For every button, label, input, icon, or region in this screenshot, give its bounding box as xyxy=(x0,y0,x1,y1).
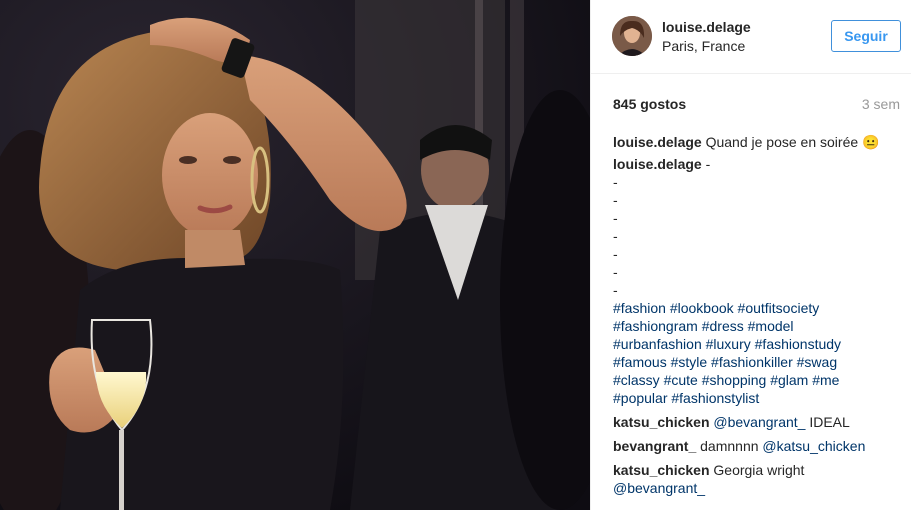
comment-item: bevangrant_ damnnnn @katsu_chicken xyxy=(613,437,903,455)
caption-text: Quand je pose en soirée xyxy=(705,134,859,150)
comment-mention[interactable]: @bevangrant_ xyxy=(613,479,903,497)
hashtags-line[interactable]: #classy #cute #shopping #glam #me xyxy=(613,371,903,389)
caption-comment: louise.delage Quand je pose en soirée 😐 xyxy=(613,133,903,151)
follow-button[interactable]: Seguir xyxy=(831,20,901,52)
comment-username[interactable]: katsu_chicken xyxy=(613,462,710,478)
comment-text: damnnnn xyxy=(700,438,759,454)
caption-username[interactable]: louise.delage xyxy=(613,134,702,150)
post-photo-image xyxy=(0,0,590,510)
post-username[interactable]: louise.delage xyxy=(662,19,751,35)
comment-username[interactable]: katsu_chicken xyxy=(613,414,710,430)
comments-list: louise.delage Quand je pose en soirée 😐 … xyxy=(613,133,903,501)
hashtags-line[interactable]: #popular #fashionstylist xyxy=(613,389,903,407)
post-time[interactable]: 3 sem xyxy=(862,96,900,112)
avatar[interactable] xyxy=(612,16,652,56)
comment-item: katsu_chicken @bevangrant_ IDEAL xyxy=(613,413,903,431)
post-details-panel: louise.delage Paris, France Seguir 845 g… xyxy=(590,0,911,510)
dash-line: - xyxy=(613,210,618,226)
likes-count[interactable]: 845 gostos xyxy=(613,96,686,112)
comment-username[interactable]: bevangrant_ xyxy=(613,438,696,454)
comment-mention[interactable]: @bevangrant_ xyxy=(713,414,805,430)
hashtags-line[interactable]: #fashiongram #dress #model xyxy=(613,317,903,335)
neutral-face-emoji: 😐 xyxy=(862,134,880,150)
hashtags-line[interactable]: #fashion #lookbook #outfitsociety xyxy=(613,299,903,317)
comment-mention[interactable]: @katsu_chicken xyxy=(762,438,865,454)
post-location[interactable]: Paris, France xyxy=(662,38,745,54)
dash-line: - xyxy=(613,264,618,280)
hashtags-line[interactable]: #urbanfashion #luxury #fashionstudy xyxy=(613,335,903,353)
post-header: louise.delage Paris, France Seguir xyxy=(591,0,911,74)
description-username[interactable]: louise.delage xyxy=(613,156,702,172)
hashtags-line[interactable]: #famous #style #fashionkiller #swag xyxy=(613,353,903,371)
comment-text: Georgia wright xyxy=(713,462,805,478)
description-comment: louise.delage - - - - - - - - #fashion #… xyxy=(613,155,903,407)
post-photo[interactable] xyxy=(0,0,590,510)
dash-line: - xyxy=(613,282,618,298)
dash-line: - xyxy=(613,246,618,262)
description-text: - xyxy=(705,156,711,172)
comment-item: katsu_chicken Georgia wright @bevangrant… xyxy=(613,461,903,497)
dash-line: - xyxy=(613,192,618,208)
dash-line: - xyxy=(613,228,618,244)
dash-line: - xyxy=(613,174,618,190)
comment-text: IDEAL xyxy=(809,414,850,430)
avatar-image xyxy=(612,16,652,56)
